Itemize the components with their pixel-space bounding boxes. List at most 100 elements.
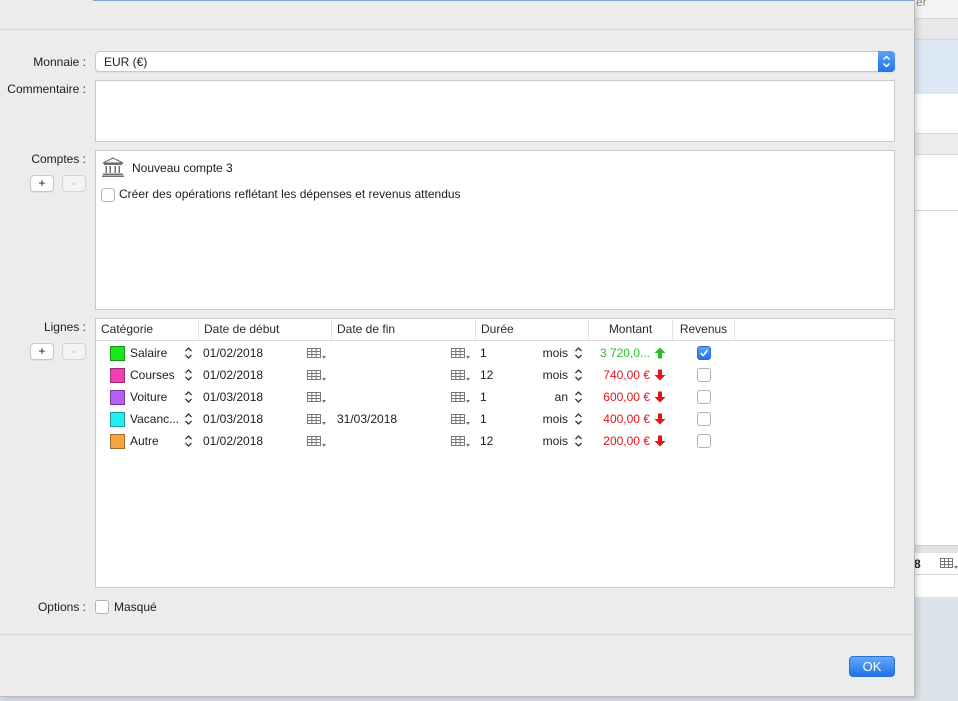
bottom-separator	[0, 634, 915, 635]
income-checkbox[interactable]	[697, 412, 711, 426]
background-divider-2	[914, 210, 958, 211]
calendar-icon[interactable]	[307, 414, 327, 426]
calendar-icon[interactable]	[307, 436, 327, 448]
table-row[interactable]: Vacanc... 01/03/2018 31/03/2018 1 mois 4…	[96, 408, 894, 430]
background-calendar-icon	[940, 558, 958, 569]
duration-value[interactable]: 1	[480, 342, 487, 364]
amount-value[interactable]: 3 720,0...	[600, 342, 650, 364]
duration-value[interactable]: 12	[480, 430, 493, 452]
duration-unit[interactable]: mois	[543, 430, 568, 452]
category-stepper-icon[interactable]	[184, 346, 193, 360]
remove-account-button[interactable]: -	[62, 175, 86, 192]
comment-textarea[interactable]	[95, 80, 895, 142]
category-stepper-icon[interactable]	[184, 434, 193, 448]
start-date[interactable]: 01/02/2018	[203, 364, 263, 386]
lines-table: Catégorie Date de début Date de fin Duré…	[95, 318, 895, 588]
category-name[interactable]: Courses	[130, 364, 175, 386]
income-checkbox[interactable]	[697, 390, 711, 404]
calendar-icon[interactable]	[451, 414, 471, 426]
currency-value: EUR (€)	[104, 55, 148, 69]
add-account-button[interactable]: +	[30, 175, 54, 192]
background-bottom-strip	[914, 597, 958, 701]
start-date[interactable]: 01/03/2018	[203, 408, 263, 430]
arrow-up-icon	[654, 347, 666, 359]
lines-label: Lignes :	[43, 320, 86, 334]
header-duration[interactable]: Durée	[476, 319, 589, 341]
background-bottom-bar	[914, 545, 958, 553]
start-date[interactable]: 01/02/2018	[203, 342, 263, 364]
category-color-swatch	[110, 390, 125, 405]
category-stepper-icon[interactable]	[184, 390, 193, 404]
duration-value[interactable]: 12	[480, 364, 493, 386]
comment-label: Commentaire :	[7, 82, 86, 96]
amount-value[interactable]: 400,00 €	[603, 408, 650, 430]
unit-stepper-icon[interactable]	[574, 412, 583, 426]
category-name[interactable]: Vacanc...	[130, 408, 179, 430]
background-divider	[914, 133, 958, 155]
income-checkbox[interactable]	[697, 434, 711, 448]
category-name[interactable]: Voiture	[130, 386, 167, 408]
header-start-date[interactable]: Date de début	[199, 319, 332, 341]
calendar-icon[interactable]	[451, 348, 471, 360]
calendar-icon[interactable]	[307, 370, 327, 382]
background-partial-text: er	[916, 0, 927, 9]
remove-line-button[interactable]: -	[62, 343, 86, 360]
calendar-icon[interactable]	[451, 436, 471, 448]
start-date[interactable]: 01/02/2018	[203, 430, 263, 452]
unit-stepper-icon[interactable]	[574, 434, 583, 448]
amount-value[interactable]: 200,00 €	[603, 430, 650, 452]
category-color-swatch	[110, 412, 125, 427]
background-selected-row	[914, 40, 958, 94]
amount-value[interactable]: 740,00 €	[603, 364, 650, 386]
start-date[interactable]: 01/03/2018	[203, 386, 263, 408]
duration-unit[interactable]: an	[555, 386, 568, 408]
header-amount[interactable]: Montant	[589, 319, 673, 341]
table-row[interactable]: Courses 01/02/2018 12 mois 740,00 €	[96, 364, 894, 386]
hidden-checkbox[interactable]	[95, 600, 109, 614]
account-name[interactable]: Nouveau compte 3	[132, 161, 233, 175]
category-color-swatch	[110, 434, 125, 449]
header-income[interactable]: Revenus	[673, 319, 735, 341]
unit-stepper-icon[interactable]	[574, 390, 583, 404]
calendar-icon[interactable]	[307, 348, 327, 360]
accounts-panel: Nouveau compte 3 Créer des opérations re…	[95, 150, 895, 310]
table-row[interactable]: Voiture 01/03/2018 1 an 600,00 €	[96, 386, 894, 408]
bank-icon	[102, 157, 124, 177]
background-partial-digit: 8	[914, 557, 921, 571]
duration-value[interactable]: 1	[480, 408, 487, 430]
ok-button[interactable]: OK	[849, 656, 895, 677]
add-line-button[interactable]: +	[30, 343, 54, 360]
create-operations-checkbox[interactable]	[101, 188, 115, 202]
duration-value[interactable]: 1	[480, 386, 487, 408]
table-row[interactable]: Autre 01/02/2018 12 mois 200,00 €	[96, 430, 894, 452]
popup-chevron-icon[interactable]	[878, 51, 895, 72]
calendar-icon[interactable]	[451, 370, 471, 382]
unit-stepper-icon[interactable]	[574, 368, 583, 382]
arrow-down-icon	[654, 413, 666, 425]
calendar-icon[interactable]	[307, 392, 327, 404]
category-stepper-icon[interactable]	[184, 368, 193, 382]
end-date[interactable]: 31/03/2018	[337, 408, 397, 430]
create-operations-label: Créer des opérations reflétant les dépen…	[119, 187, 461, 201]
category-name[interactable]: Salaire	[130, 342, 167, 364]
header-category[interactable]: Catégorie	[96, 319, 199, 341]
duration-unit[interactable]: mois	[543, 364, 568, 386]
duration-unit[interactable]: mois	[543, 342, 568, 364]
calendar-icon[interactable]	[451, 392, 471, 404]
hidden-label: Masqué	[114, 600, 157, 614]
category-stepper-icon[interactable]	[184, 412, 193, 426]
unit-stepper-icon[interactable]	[574, 346, 583, 360]
table-header: Catégorie Date de début Date de fin Duré…	[96, 319, 894, 341]
income-checkbox[interactable]	[697, 368, 711, 382]
options-label: Options :	[37, 600, 86, 614]
header-end-date[interactable]: Date de fin	[332, 319, 476, 341]
table-row[interactable]: Salaire 01/02/2018 1 mois 3 720,0...	[96, 342, 894, 364]
accounts-label: Comptes :	[31, 152, 86, 166]
category-name[interactable]: Autre	[130, 430, 159, 452]
background-window	[914, 0, 958, 701]
currency-popup[interactable]: EUR (€)	[95, 51, 895, 72]
duration-unit[interactable]: mois	[543, 408, 568, 430]
income-checkbox[interactable]	[697, 346, 711, 360]
amount-value[interactable]: 600,00 €	[603, 386, 650, 408]
category-color-swatch	[110, 346, 125, 361]
